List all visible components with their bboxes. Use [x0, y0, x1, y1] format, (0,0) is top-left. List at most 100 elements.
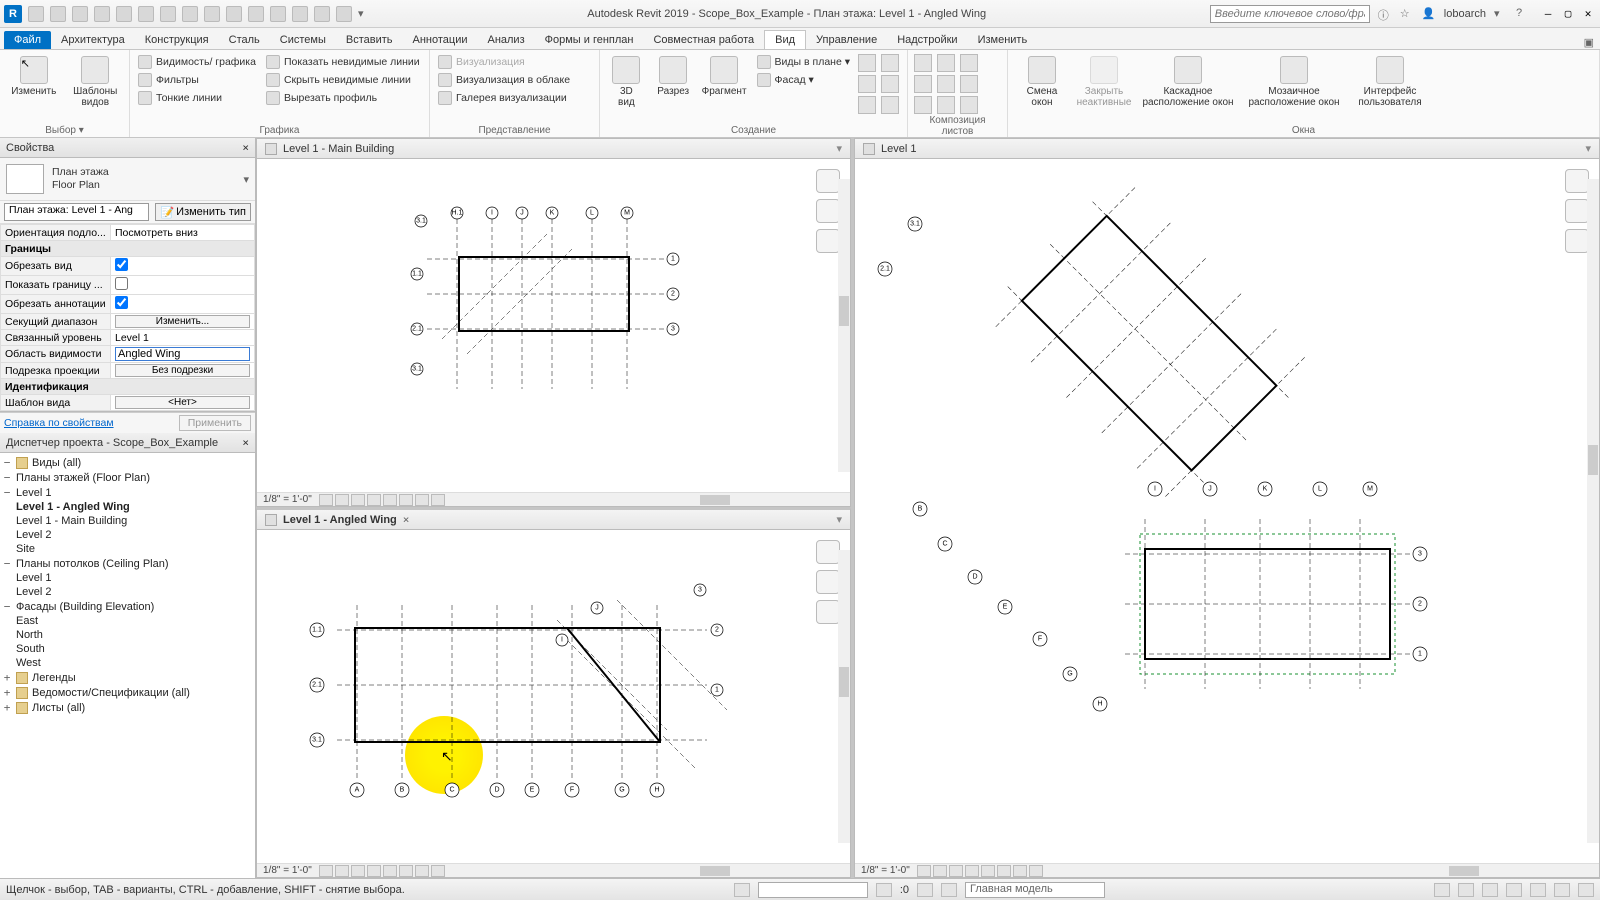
ribbon-expand-icon[interactable]: ▣	[1584, 36, 1594, 49]
tree-node[interactable]: East	[2, 614, 253, 628]
canvas-level1[interactable]: 3.1 2.1 B C D E F G H	[855, 159, 1599, 863]
tree-node[interactable]: −Планы потолков (Ceiling Plan)	[2, 556, 253, 571]
modify-button[interactable]: ↖Изменить	[6, 54, 62, 99]
tree-node[interactable]: +Листы (all)	[2, 700, 253, 715]
matchline-icon[interactable]	[937, 75, 955, 93]
sheet-new-icon[interactable]	[914, 54, 932, 72]
infocenter-icon[interactable]: ⓘ	[1378, 7, 1392, 21]
tree-twisty-icon[interactable]: +	[2, 701, 12, 714]
prop-checkbox[interactable]	[115, 258, 128, 271]
view-tab-level1[interactable]: Level 1 ▾	[855, 139, 1599, 159]
shadow-icon[interactable]	[367, 865, 381, 877]
scroll-v[interactable]	[838, 550, 850, 843]
canvas-main[interactable]: H.1 I J K L M 1 2 3	[257, 159, 850, 492]
close-button[interactable]: ✕	[1580, 7, 1596, 21]
filter-selection-icon[interactable]	[1554, 883, 1570, 897]
tree-node[interactable]: −Виды (all)	[2, 455, 253, 470]
tab-insert[interactable]: Вставить	[336, 31, 403, 49]
tree-node[interactable]: −Фасады (Building Elevation)	[2, 599, 253, 614]
prop-select[interactable]: Angled Wing	[115, 347, 250, 361]
view-tab-angled[interactable]: Level 1 - Angled Wing × ▾	[257, 510, 850, 530]
prop-checkbox[interactable]	[115, 296, 128, 309]
scroll-v[interactable]	[838, 179, 850, 472]
callout-button[interactable]: Фрагмент	[700, 54, 749, 99]
user-name[interactable]: loboarch	[1444, 8, 1486, 20]
exchange-icon[interactable]: ▾	[1494, 7, 1508, 21]
select-pinned-icon[interactable]	[1482, 883, 1498, 897]
plan-views-button[interactable]: Виды в плане ▾	[755, 54, 852, 70]
drag-icon[interactable]	[1530, 883, 1546, 897]
tab-architecture[interactable]: Архитектура	[51, 31, 135, 49]
tree-node[interactable]: Level 1 - Angled Wing	[2, 500, 253, 514]
crop-icon[interactable]	[981, 865, 995, 877]
legend-icon[interactable]	[858, 75, 876, 93]
background-icon[interactable]	[1578, 883, 1594, 897]
shadow-icon[interactable]	[367, 494, 381, 506]
style-icon[interactable]	[335, 865, 349, 877]
title-block-icon[interactable]	[937, 54, 955, 72]
tab-file[interactable]: Файл	[4, 31, 51, 49]
design-options-icon[interactable]	[917, 883, 933, 897]
tree-node[interactable]: Level 1 - Main Building	[2, 514, 253, 528]
detail-icon[interactable]	[319, 494, 333, 506]
select-links-icon[interactable]	[1434, 883, 1450, 897]
crop-show-icon[interactable]	[997, 865, 1011, 877]
nav-zoom-icon[interactable]	[816, 600, 840, 624]
qat-sync-icon[interactable]	[72, 6, 88, 22]
tree-twisty-icon[interactable]: +	[2, 686, 12, 699]
schedule-icon[interactable]	[881, 75, 899, 93]
qat-close-icon[interactable]	[314, 6, 330, 22]
cut-profile-button[interactable]: Вырезать профиль	[264, 90, 422, 106]
cascade-button[interactable]: Каскадное расположение окон	[1138, 54, 1238, 110]
reveal-icon[interactable]	[431, 865, 445, 877]
tree-twisty-icon[interactable]: −	[2, 456, 12, 469]
crop-icon[interactable]	[383, 494, 397, 506]
reveal-icon[interactable]	[1029, 865, 1043, 877]
scroll-v[interactable]	[1587, 179, 1599, 843]
reveal-icon[interactable]	[431, 494, 445, 506]
help-icon[interactable]: ?	[1516, 7, 1530, 21]
tab-massing[interactable]: Формы и генплан	[535, 31, 644, 49]
tree-node[interactable]: West	[2, 656, 253, 670]
tab-manage[interactable]: Управление	[806, 31, 887, 49]
canvas-angled[interactable]: ↖ A B C D E F G H	[257, 530, 850, 863]
view-tab-main[interactable]: Level 1 - Main Building ▾	[257, 139, 850, 159]
nav-cube-icon[interactable]	[816, 540, 840, 564]
shadow-icon[interactable]	[965, 865, 979, 877]
duplicate-view-icon[interactable]	[881, 54, 899, 72]
tree-node[interactable]: −Level 1	[2, 485, 253, 500]
prop-button[interactable]: <Нет>	[115, 396, 250, 409]
tree-node[interactable]: Level 2	[2, 528, 253, 542]
tab-modify[interactable]: Изменить	[968, 31, 1038, 49]
tab-steel[interactable]: Сталь	[219, 31, 270, 49]
properties-help-link[interactable]: Справка по свойствам	[4, 417, 114, 429]
tree-twisty-icon[interactable]: −	[2, 471, 12, 484]
visibility-button[interactable]: Видимость/ графика	[136, 54, 258, 70]
tab-structure[interactable]: Конструкция	[135, 31, 219, 49]
switch-windows-button[interactable]: Смена окон	[1014, 54, 1070, 110]
nav-cube-icon[interactable]	[1565, 169, 1589, 193]
activate-icon[interactable]	[937, 96, 955, 114]
tab-analyze[interactable]: Анализ	[477, 31, 534, 49]
tab-annotate[interactable]: Аннотации	[403, 31, 478, 49]
gallery-button[interactable]: Галерея визуализации	[436, 90, 572, 106]
tab-collaborate[interactable]: Совместная работа	[643, 31, 764, 49]
detail-icon[interactable]	[319, 865, 333, 877]
tab-systems[interactable]: Системы	[270, 31, 336, 49]
edit-type-button[interactable]: 📝Изменить тип	[155, 203, 251, 221]
deactivate-icon[interactable]	[960, 96, 978, 114]
prop-button[interactable]: Изменить...	[115, 315, 250, 328]
nav-cube-icon[interactable]	[816, 169, 840, 193]
instance-selector[interactable]: План этажа: Level 1 - Ang	[4, 203, 149, 221]
qat-switch-icon[interactable]	[336, 6, 352, 22]
filters-button[interactable]: Фильтры	[136, 72, 258, 88]
hide-icon[interactable]	[415, 865, 429, 877]
select-face-icon[interactable]	[1506, 883, 1522, 897]
qat-section-icon[interactable]	[270, 6, 286, 22]
view-templates-button[interactable]: Шаблоны видов	[68, 54, 124, 110]
nav-wheel-icon[interactable]	[816, 199, 840, 223]
qat-tag-icon[interactable]	[204, 6, 220, 22]
tile-button[interactable]: Мозаичное расположение окон	[1244, 54, 1344, 110]
tree-node[interactable]: North	[2, 628, 253, 642]
style-icon[interactable]	[933, 865, 947, 877]
